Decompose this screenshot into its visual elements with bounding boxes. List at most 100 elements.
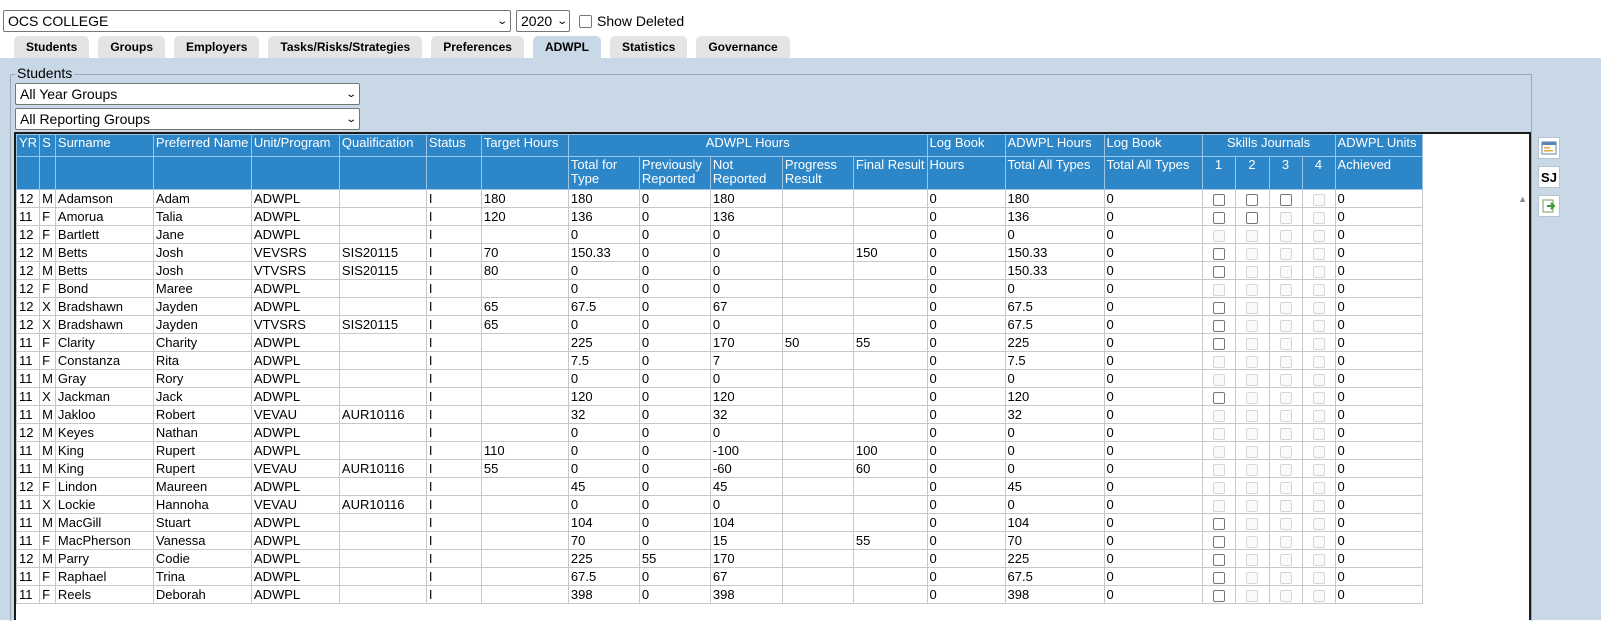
skills-journal-checkbox	[1246, 248, 1259, 261]
cell-adwpl-total-all-types: 67.5	[1004, 315, 1105, 334]
skills-journal-checkbox[interactable]	[1212, 212, 1225, 225]
header-sj-1[interactable]: 1	[1201, 156, 1236, 190]
college-select[interactable]: OCS COLLEGE ⌄	[3, 10, 511, 32]
tab-tasks-risks-strategies[interactable]: Tasks/Risks/Strategies	[268, 36, 423, 58]
cell-adwpl-units-achieved: 0	[1334, 459, 1423, 478]
skills-journal-checkbox[interactable]	[1212, 194, 1225, 207]
tab-adwpl[interactable]: ADWPL	[532, 36, 601, 58]
table-row[interactable]: 11 M MacGill Stuart ADWPL I 104 0 104 0 104 0 0	[16, 513, 1423, 532]
cell-status: I	[425, 585, 482, 604]
header-unit-program[interactable]: Unit/Program	[250, 134, 340, 157]
tab-groups[interactable]: Groups	[98, 36, 166, 58]
header-total-for-type[interactable]: Total for Type	[567, 156, 640, 190]
cell-skills-journal-2	[1234, 189, 1270, 208]
cell-total-for-type: 0	[567, 225, 640, 244]
cell-unit-program: VEVSRS	[250, 243, 340, 262]
skills-journal-checkbox[interactable]	[1212, 266, 1225, 279]
skills-journal-checkbox[interactable]	[1279, 194, 1292, 207]
cell-status: I	[425, 531, 482, 550]
report-icon[interactable]	[1538, 137, 1560, 159]
header-sj-4[interactable]: 4	[1301, 156, 1336, 190]
table-row[interactable]: 11 X Lockie Hannoha VEVAU AUR10116 I 0 0 0 0 0 0 0	[16, 495, 1423, 514]
cell-skills-journal-4	[1301, 369, 1336, 388]
table-row[interactable]: 11 M Gray Rory ADWPL I 0 0 0 0 0 0 0	[16, 369, 1423, 388]
cell-qualification: AUR10116	[338, 495, 427, 514]
skills-journal-checkbox	[1312, 410, 1325, 423]
tab-governance[interactable]: Governance	[696, 36, 790, 58]
grid-scrollbar[interactable]	[1515, 191, 1529, 620]
header-log-book-hours[interactable]: Hours	[926, 156, 1006, 190]
cell-qualification: AUR10116	[338, 405, 427, 424]
table-row[interactable]: 11 M King Rupert ADWPL I 110 0 0 -100 100 0 0 0 0	[16, 441, 1423, 460]
table-row[interactable]: 12 F Bartlett Jane ADWPL I 0 0 0 0 0 0 0	[16, 225, 1423, 244]
header-adwpl-total-all-types[interactable]: Total All Types	[1004, 156, 1105, 190]
skills-journal-checkbox[interactable]	[1212, 302, 1225, 315]
table-row[interactable]: 12 M Keyes Nathan ADWPL I 0 0 0 0 0 0 0	[16, 423, 1423, 442]
table-row[interactable]: 11 M Jakloo Robert VEVAU AUR10116 I 32 0 32 0 32 0 0	[16, 405, 1423, 424]
show-deleted-checkbox[interactable]	[579, 14, 592, 28]
table-row[interactable]: 11 F Clarity Charity ADWPL I 225 0 170 50 55 0 225 0 0	[16, 333, 1423, 352]
table-row[interactable]: 11 F Amorua Talia ADWPL I 120 136 0 136 0 136 0 0	[16, 207, 1423, 226]
skills-journal-checkbox[interactable]	[1212, 518, 1225, 531]
year-group-filter[interactable]: All Year Groups ⌄	[15, 83, 360, 105]
table-row[interactable]: 12 M Parry Codie ADWPL I 225 55 170 0 225 0 0	[16, 549, 1423, 568]
skills-journal-checkbox[interactable]	[1212, 572, 1225, 585]
table-row[interactable]: 12 F Lindon Maureen ADWPL I 45 0 45 0 45 0 0	[16, 477, 1423, 496]
skills-journal-checkbox[interactable]	[1246, 194, 1259, 207]
cell-unit-program: ADWPL	[250, 225, 340, 244]
year-select[interactable]: 2020 ⌄	[516, 10, 570, 32]
header-qualification[interactable]: Qualification	[338, 134, 427, 157]
header-status[interactable]: Status	[425, 134, 482, 157]
skills-journal-checkbox[interactable]	[1212, 590, 1225, 603]
table-row[interactable]: 12 M Adamson Adam ADWPL I 180 180 0 180 0 180 0 0	[16, 189, 1423, 208]
skills-journal-checkbox[interactable]	[1212, 554, 1225, 567]
export-icon[interactable]	[1538, 195, 1560, 217]
header-progress-result[interactable]: Progress Result	[781, 156, 854, 190]
header-yr[interactable]: YR	[16, 134, 41, 157]
table-row[interactable]: 12 M Betts Josh VEVSRS SIS20115 I 70 150.33 0 0 150…	[16, 243, 1423, 262]
table-row[interactable]: 11 M King Rupert VEVAU AUR10116 I 55 0 0 -60 60 0 0 0 0	[16, 459, 1423, 478]
cell-status: I	[425, 297, 482, 316]
skills-journal-checkbox	[1279, 248, 1292, 261]
header-sj-3[interactable]: 3	[1268, 156, 1303, 190]
header-target-hours[interactable]: Target Hours	[480, 134, 569, 157]
header-not-reported[interactable]: Not Reported	[709, 156, 783, 190]
table-row[interactable]: 11 F Reels Deborah ADWPL I 398 0 398 0 398 0 0	[16, 585, 1423, 604]
table-row[interactable]: 12 X Bradshawn Jayden VTVSRS SIS20115 I 65 0 0 0 0 6…	[16, 315, 1423, 334]
tab-preferences[interactable]: Preferences	[431, 36, 524, 58]
show-deleted-label: Show Deleted	[597, 13, 685, 29]
skills-journal-checkbox[interactable]	[1212, 392, 1225, 405]
skills-journal-checkbox[interactable]	[1212, 338, 1225, 351]
skills-journal-checkbox	[1312, 212, 1325, 225]
tab-employers[interactable]: Employers	[174, 36, 260, 58]
header-log-book-total-all-types[interactable]: Total All Types	[1103, 156, 1203, 190]
header-preferred-name[interactable]: Preferred Name	[152, 134, 252, 157]
header-previously-reported[interactable]: Previously Reported	[638, 156, 711, 190]
cell-progress-result	[781, 531, 854, 550]
skills-journal-checkbox[interactable]	[1212, 248, 1225, 261]
table-row[interactable]: 12 F Bond Maree ADWPL I 0 0 0 0 0 0 0	[16, 279, 1423, 298]
header-sj-2[interactable]: 2	[1234, 156, 1270, 190]
table-row[interactable]: 11 F MacPherson Vanessa ADWPL I 70 0 15 55 0 70 0 0	[16, 531, 1423, 550]
cell-skills-journal-3	[1268, 351, 1303, 370]
header-final-result[interactable]: Final Result	[852, 156, 928, 190]
table-row[interactable]: 12 M Betts Josh VTVSRS SIS20115 I 80 0 0 0 0 150.33 0…	[16, 261, 1423, 280]
table-row[interactable]: 12 X Bradshawn Jayden ADWPL I 65 67.5 0 67 0 67.5 0 0	[16, 297, 1423, 316]
table-row[interactable]: 11 F Constanza Rita ADWPL I 7.5 0 7 0 7.5 0 0	[16, 351, 1423, 370]
cell-total-for-type: 0	[567, 369, 640, 388]
tab-students[interactable]: Students	[14, 36, 90, 58]
skills-journal-checkbox[interactable]	[1212, 536, 1225, 549]
header-achieved[interactable]: Achieved	[1334, 156, 1423, 190]
header-sex[interactable]: S	[39, 134, 56, 157]
cell-adwpl-units-achieved: 0	[1334, 243, 1423, 262]
scroll-up-icon[interactable]: ▲	[1518, 194, 1527, 204]
skills-journal-icon[interactable]: SJ	[1538, 166, 1560, 188]
header-surname[interactable]: Surname	[54, 134, 154, 157]
reporting-group-filter[interactable]: All Reporting Groups ⌄	[15, 108, 360, 130]
cell-skills-journal-4	[1301, 189, 1336, 208]
tab-statistics[interactable]: Statistics	[609, 36, 688, 58]
table-row[interactable]: 11 F Raphael Trina ADWPL I 67.5 0 67 0 67.5 0 0	[16, 567, 1423, 586]
skills-journal-checkbox[interactable]	[1246, 212, 1259, 225]
table-row[interactable]: 11 X Jackman Jack ADWPL I 120 0 120 0 120 0 0	[16, 387, 1423, 406]
skills-journal-checkbox[interactable]	[1212, 320, 1225, 333]
